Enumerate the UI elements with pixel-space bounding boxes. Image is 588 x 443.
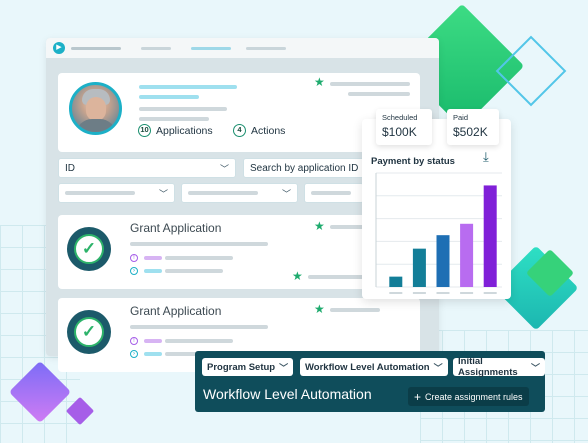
info-icon: ! [130,254,138,262]
create-assignment-rules-button[interactable]: + Create assignment rules [408,387,529,406]
page-title: Workflow Level Automation [203,386,372,402]
nav-placeholder[interactable] [141,47,171,50]
actions-count: 4 [233,124,246,137]
id-dropdown[interactable]: ID ﹀ [58,158,236,178]
star-icon: ★ [314,302,325,316]
scheduled-stat: Scheduled $100K [376,109,432,145]
arrow-icon: › [130,350,138,358]
dropdown-label: Program Setup [207,361,276,373]
avatar [69,82,122,135]
paid-value: $502K [453,125,488,139]
tick-label-placeholder [412,292,426,294]
chevron-down-icon: ﹀ [279,362,289,373]
chevron-down-icon: ﹀ [219,163,229,174]
actions-label: Actions [251,124,286,137]
nav-placeholder[interactable] [246,47,286,50]
tick-label-placeholder [460,292,474,294]
payment-bar-chart [375,172,502,294]
nav-placeholder [71,47,121,50]
arrow-icon: › [130,267,138,275]
star-icon: ★ [314,219,325,233]
tick-label-placeholder [436,292,450,294]
paid-stat: Paid $502K [447,109,499,145]
check-seal-icon: ✓ [67,310,111,354]
chart-bar-3[interactable] [436,235,450,287]
scheduled-label: Scheduled [382,113,418,122]
create-button-label: Create assignment rules [425,391,523,402]
search-by-application-id[interactable]: Search by application ID [243,158,368,178]
id-dropdown-label: ID [65,162,75,174]
filter-dropdown[interactable] [304,183,364,203]
grant-title: Grant Application [130,221,222,235]
search-label: Search by application ID [250,162,359,174]
window-titlebar: ▶ [46,38,439,58]
initial-assignments-dropdown[interactable]: Initial Assignments ﹀ [453,356,545,378]
detail-placeholder [139,107,227,111]
applications-count: 10 [138,124,151,137]
grant-title: Grant Application [130,304,222,318]
chevron-down-icon: ﹀ [530,362,540,373]
program-setup-dropdown[interactable]: Program Setup ﹀ [202,358,294,376]
chart-bar-1[interactable] [389,276,403,287]
check-seal-icon: ✓ [67,227,111,271]
dropdown-label: Initial Assignments [458,356,518,378]
chevron-down-icon: ﹀ [433,362,443,373]
applications-badge[interactable]: 10 Applications [138,124,213,137]
subtitle-placeholder [139,95,199,99]
chart-bar-4[interactable] [460,223,474,287]
workflow-toolbar: Program Setup ﹀ Workflow Level Automatio… [195,351,545,412]
chart-bar-5[interactable] [483,185,497,287]
dropdown-label: Workflow Level Automation [305,361,430,373]
nav-placeholder-active[interactable] [191,47,231,50]
star-icon: ★ [314,75,325,89]
plus-icon: + [414,389,422,404]
workflow-level-automation-dropdown[interactable]: Workflow Level Automation ﹀ [300,358,448,376]
actions-badge[interactable]: 4 Actions [233,124,285,137]
scheduled-value: $100K [382,125,417,139]
applications-label: Applications [156,124,213,137]
chevron-down-icon: ﹀ [281,188,291,199]
chart-bar-2[interactable] [412,248,426,287]
name-placeholder [139,85,237,89]
chevron-down-icon: ﹀ [158,188,168,199]
filter-dropdown[interactable]: ﹀ [181,183,298,203]
app-logo-icon: ▶ [53,42,65,54]
meta-placeholder [348,92,410,96]
paid-label: Paid [453,113,469,122]
payment-chart-card: Payment by status ⤓ [362,119,511,299]
filter-dropdown[interactable]: ﹀ [58,183,175,203]
tick-label-placeholder [389,292,403,294]
info-icon: ! [130,337,138,345]
detail-placeholder [139,117,209,121]
star-icon: ★ [292,269,303,283]
outline-diamond-decoration [495,35,567,107]
tick-label-placeholder [483,292,497,294]
meta-placeholder [330,82,410,86]
